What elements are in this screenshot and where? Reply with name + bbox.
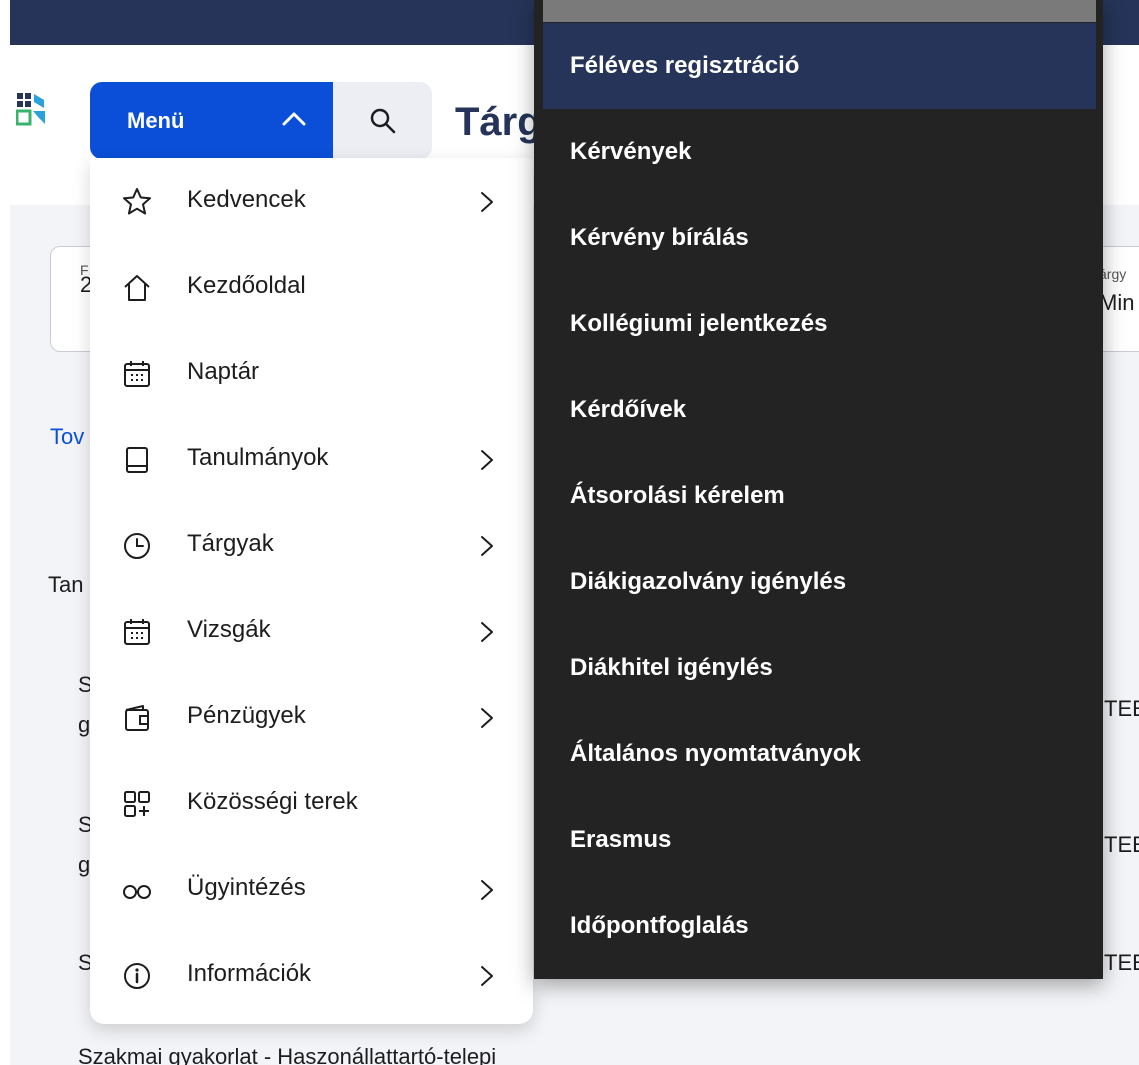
chevron-up-icon (282, 112, 306, 126)
search-button[interactable] (333, 82, 432, 159)
menu-item-label: Tárgyak (187, 530, 274, 557)
submenu-item-idopontfoglalas[interactable]: Időpontfoglalás (543, 883, 1096, 969)
submenu-item-kerdoivek[interactable]: Kérdőívek (543, 367, 1096, 453)
menu-item-informaciok[interactable]: Információk (90, 932, 533, 1018)
course-row-code: TEE (1104, 832, 1139, 857)
main-menu-dropdown: Kedvencek Kezdőoldal Naptár Tanulmányok … (90, 158, 533, 1024)
chevron-right-icon (481, 708, 493, 728)
chevron-right-icon (481, 192, 493, 212)
menu-item-label: Közösségi terek (187, 788, 358, 815)
menu-item-label: Kedvencek (187, 186, 306, 213)
chevron-right-icon (481, 880, 493, 900)
menu-item-label: Kezdőoldal (187, 272, 306, 299)
menu-item-kedvencek[interactable]: Kedvencek (90, 158, 533, 244)
chevron-right-icon (481, 966, 493, 986)
submenu-item-erasmus[interactable]: Erasmus (543, 797, 1096, 883)
calendar-icon (120, 357, 154, 391)
star-icon (120, 185, 154, 219)
course-row-code: TEE (1104, 696, 1139, 721)
glasses-icon (120, 873, 154, 907)
course-row-code: TEE (1104, 950, 1139, 975)
menu-item-kozossegi-terek[interactable]: Közösségi terek (90, 760, 533, 846)
page-title: Tárgyak (455, 100, 540, 144)
submenu-item-diakhitel-igenyles[interactable]: Diákhitel igénylés (543, 625, 1096, 711)
menu-item-naptar[interactable]: Naptár (90, 330, 533, 416)
clock-icon (120, 529, 154, 563)
submenu-top-strip (543, 0, 1096, 22)
course-row-text[interactable]: Szakmai gyakorlat - Haszonállattartó-tel… (78, 1044, 496, 1065)
course-row-text: g (78, 852, 91, 877)
chevron-right-icon (481, 622, 493, 642)
submenu-item-kollegiumi-jelentkezes[interactable]: Kollégiumi jelentkezés (543, 281, 1096, 367)
info-icon (120, 959, 154, 993)
more-link[interactable]: Tov (50, 424, 84, 450)
submenu-panel: Féléves regisztráció Kérvények Kérvény b… (534, 0, 1103, 979)
submenu-item-altalanos-nyomtatvanyok[interactable]: Általános nyomtatványok (543, 711, 1096, 797)
grid-plus-icon (120, 787, 154, 821)
search-icon (370, 108, 395, 133)
submenu-item-atsorolasi-kerelem[interactable]: Átsorolási kérelem (543, 453, 1096, 539)
menu-item-ugyintezes[interactable]: Ügyintézés (90, 846, 533, 932)
menu-item-label: Vizsgák (187, 616, 271, 643)
chevron-right-icon (481, 536, 493, 556)
course-row-text: g (78, 712, 91, 737)
calendar-icon (120, 615, 154, 649)
menu-item-targyak[interactable]: Tárgyak (90, 502, 533, 588)
submenu-item-kerveny-biralas[interactable]: Kérvény bírálás (543, 195, 1096, 281)
menu-item-penzugyek[interactable]: Pénzügyek (90, 674, 533, 760)
neptun-logo-icon[interactable] (16, 92, 46, 126)
card-value: Min (1099, 290, 1135, 315)
menu-item-vizsgak[interactable]: Vizsgák (90, 588, 533, 674)
chevron-right-icon (481, 450, 493, 470)
section-heading: Tan (48, 572, 84, 597)
menu-item-kezdooldal[interactable]: Kezdőoldal (90, 244, 533, 330)
menu-item-label: Ügyintézés (187, 874, 306, 901)
book-icon (120, 443, 154, 477)
window-edge (0, 0, 10, 1065)
card-label: árgy (1099, 266, 1127, 282)
submenu-item-kervenyek[interactable]: Kérvények (543, 109, 1096, 195)
menu-item-label: Tanulmányok (187, 444, 329, 471)
wallet-icon (120, 701, 154, 735)
menu-item-tanulmanyok[interactable]: Tanulmányok (90, 416, 533, 502)
home-icon (120, 271, 154, 305)
submenu-item-diakigazolvany-igenyles[interactable]: Diákigazolvány igénylés (543, 539, 1096, 625)
menu-button[interactable]: Menü (90, 82, 333, 159)
menu-button-label: Menü (127, 107, 185, 133)
menu-item-label: Pénzügyek (187, 702, 306, 729)
menu-item-label: Információk (187, 960, 312, 987)
menu-item-label: Naptár (187, 358, 260, 385)
submenu-item-feleves-regisztracio[interactable]: Féléves regisztráció (543, 23, 1096, 109)
